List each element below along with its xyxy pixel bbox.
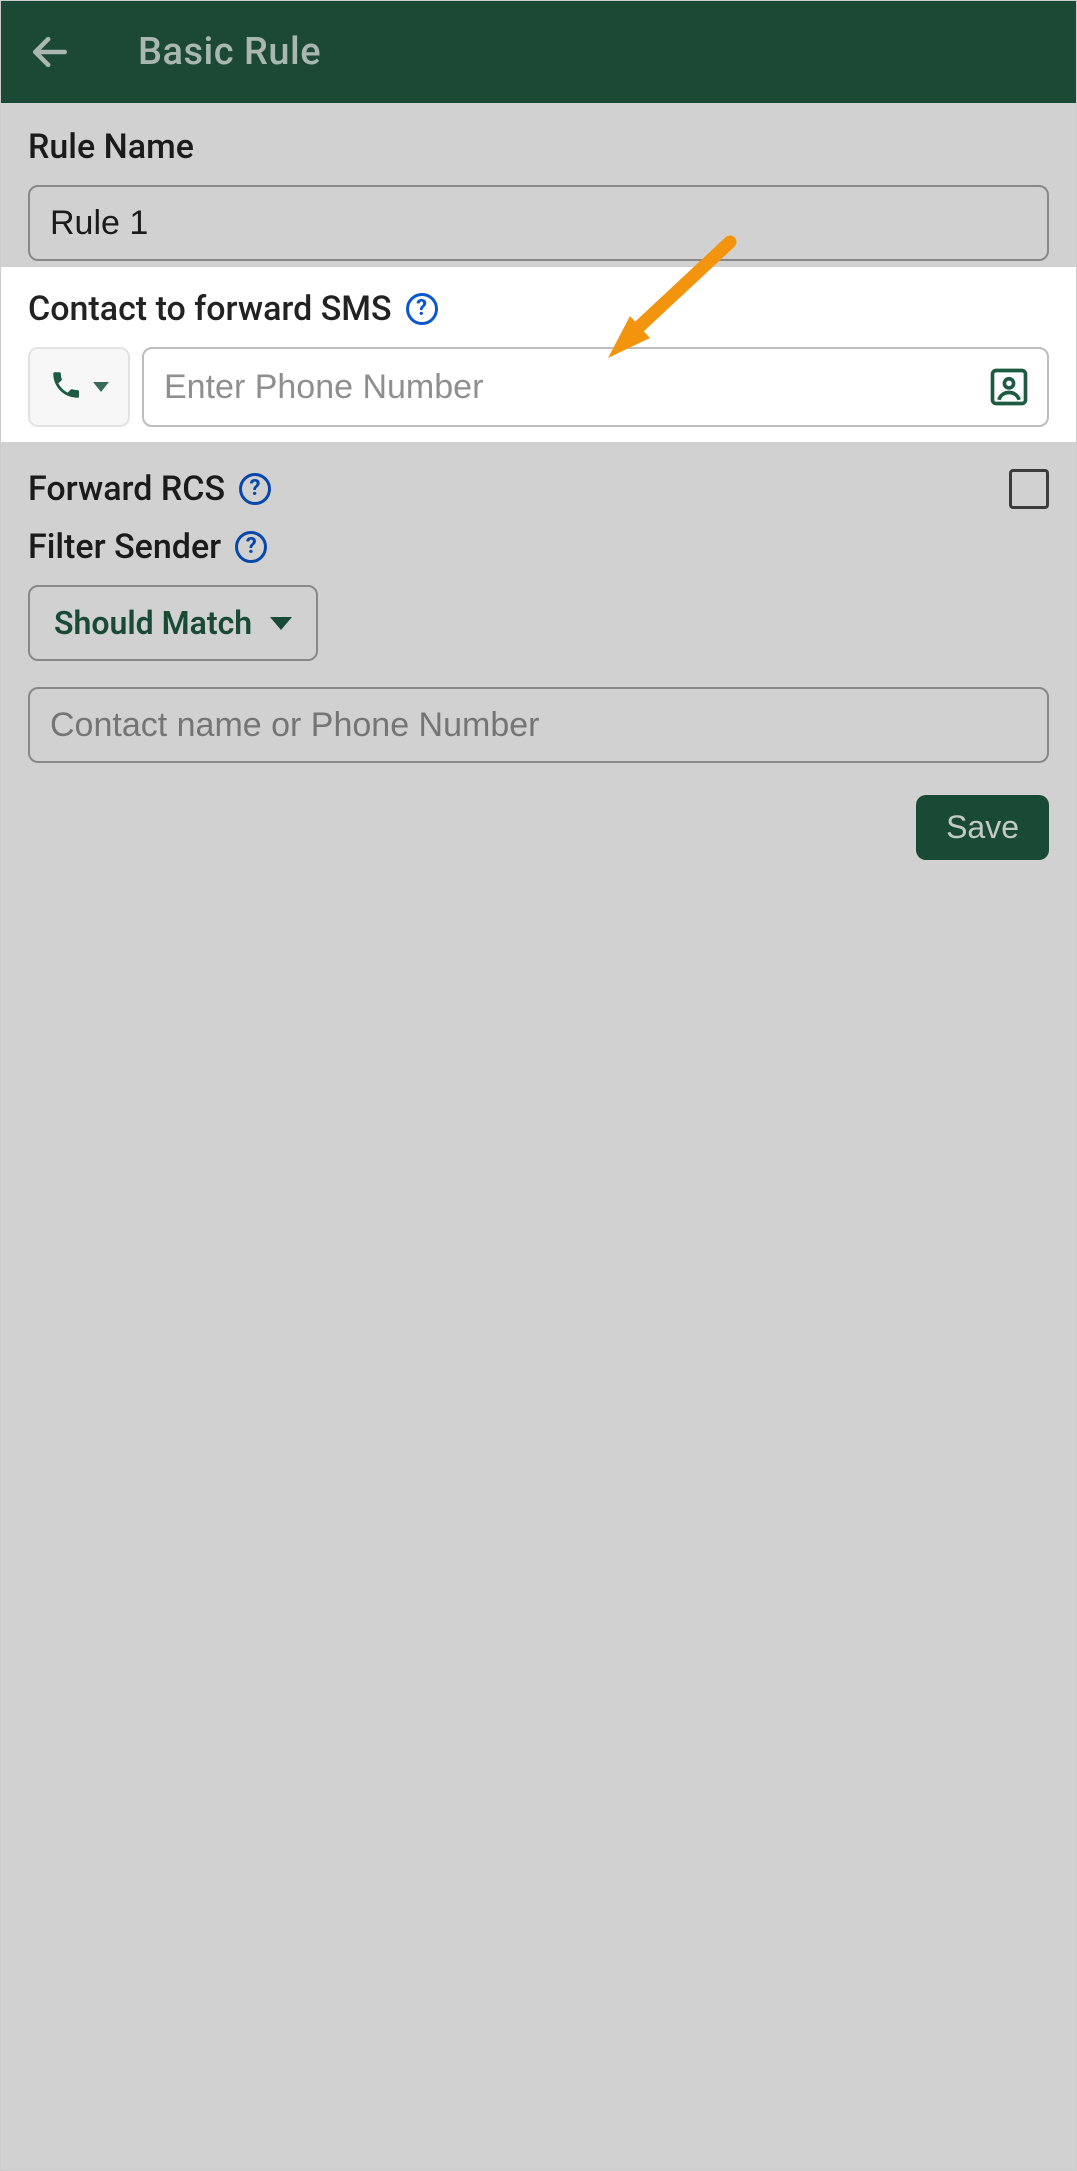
contact-picker-icon[interactable] [987,365,1031,409]
save-button[interactable]: Save [916,795,1049,860]
phone-icon [49,368,83,406]
forward-rcs-checkbox[interactable] [1009,469,1049,509]
phone-number-input[interactable] [164,368,987,407]
app-header: Basic Rule [0,0,1077,103]
help-icon[interactable]: ? [235,531,267,563]
contact-forward-label-text: Contact to forward SMS [28,289,392,329]
rule-name-label: Rule Name [28,127,1049,167]
contact-forward-section: Contact to forward SMS ? [0,265,1077,455]
filter-match-dropdown[interactable]: Should Match [28,585,318,661]
page-title: Basic Rule [138,30,321,74]
filter-match-value: Should Match [54,604,252,642]
forward-type-dropdown[interactable] [28,347,130,427]
filter-sender-label: Filter Sender [28,527,221,567]
phone-input-container [142,347,1049,427]
contact-forward-label: Contact to forward SMS ? [28,289,1049,329]
help-icon[interactable]: ? [406,293,438,325]
help-icon[interactable]: ? [239,473,271,505]
chevron-down-icon [270,617,292,630]
filter-sender-input[interactable] [28,687,1049,763]
chevron-down-icon [93,382,109,392]
actions-row: Save [0,767,1077,860]
filter-sender-section: Filter Sender ? Should Match [0,513,1077,767]
rule-name-input[interactable] [28,185,1049,261]
rule-name-section: Rule Name [0,103,1077,265]
forward-rcs-section: Forward RCS ? [0,455,1077,513]
forward-rcs-label: Forward RCS [28,469,225,509]
back-arrow-icon[interactable] [28,30,72,74]
